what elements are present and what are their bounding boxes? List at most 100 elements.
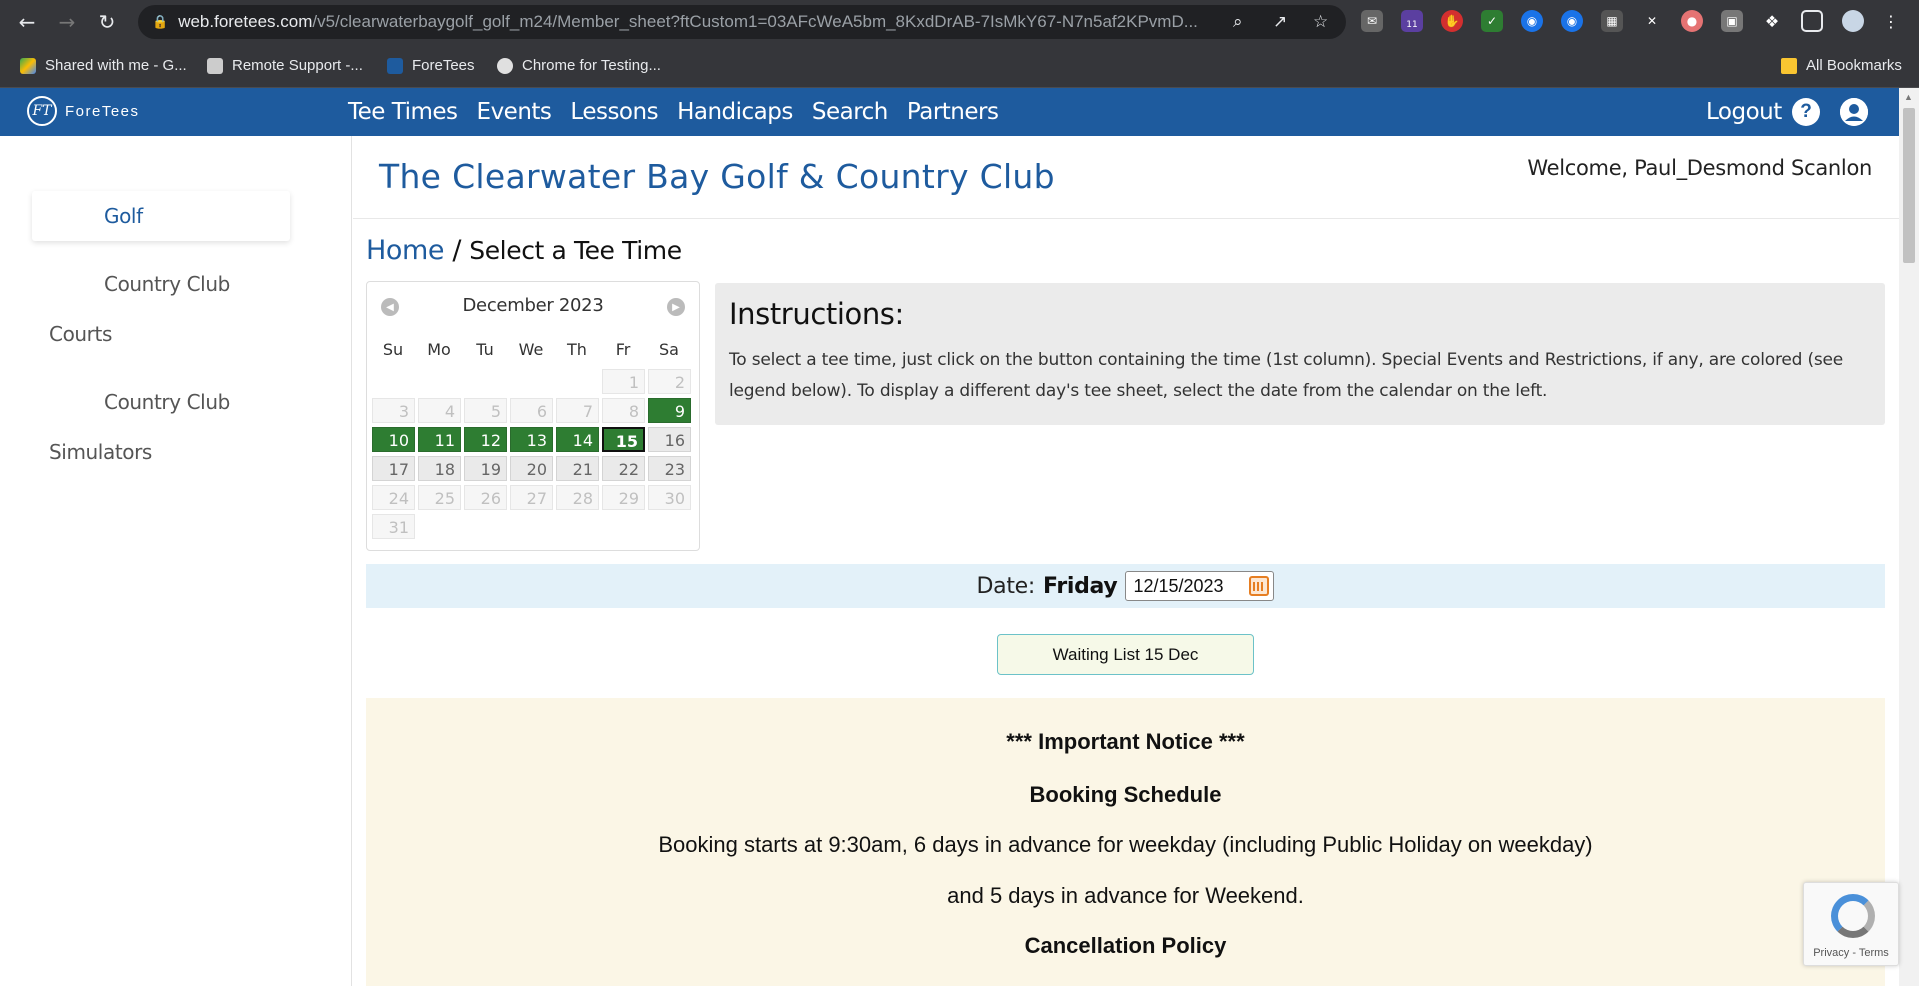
calendar-day[interactable]: 20	[510, 456, 553, 481]
folder-icon	[1781, 57, 1797, 74]
nav-search[interactable]: Search	[812, 99, 889, 125]
lock-icon: 🔒	[152, 14, 169, 30]
calendar-day: 7	[556, 398, 599, 423]
calendar-day: 29	[602, 485, 645, 510]
recaptcha-icon	[1831, 894, 1875, 938]
stop-extension-icon[interactable]: ✋	[1441, 10, 1463, 32]
sidebar: Golf Country Club Courts Country Club Si…	[0, 136, 352, 986]
nav-handicaps[interactable]: Handicaps	[677, 99, 793, 125]
page-scrollbar[interactable]: ▲	[1899, 88, 1919, 986]
calendar-day[interactable]: 12	[464, 427, 507, 452]
instructions-panel: Instructions: To select a tee time, just…	[715, 283, 1885, 425]
sidebar-active-highlight	[32, 191, 290, 241]
calendar-day[interactable]: 16	[648, 427, 691, 452]
logout-link[interactable]: Logout	[1706, 99, 1782, 125]
all-bookmarks[interactable]: All Bookmarks	[1781, 57, 1902, 74]
calendar-day: 30	[648, 485, 691, 510]
address-bar[interactable]: 🔒 web.foretees.com/v5/clearwaterbaygolf_…	[138, 5, 1346, 39]
calendar-icon[interactable]	[1249, 576, 1270, 596]
next-month-icon[interactable]: ▶	[667, 298, 685, 316]
main-nav: Tee Times Events Lessons Handicaps Searc…	[348, 99, 1017, 125]
calendar-day-selected[interactable]: 15	[602, 427, 645, 452]
calendar-day[interactable]: 14	[556, 427, 599, 452]
calendar-day: 24	[372, 485, 415, 510]
calendar-day: 28	[556, 485, 599, 510]
bookmark-chrome-testing[interactable]: Chrome for Testing...	[497, 57, 661, 74]
calendar-day: 26	[464, 485, 507, 510]
calendar-day[interactable]: 22	[602, 456, 645, 481]
sidebar-item-country-club-courts[interactable]: Country Club	[104, 272, 230, 296]
color-extension-icon[interactable]: ●	[1681, 10, 1703, 32]
puzzle-extensions-icon[interactable]: ❖	[1761, 10, 1783, 32]
calendar-day: 6	[510, 398, 553, 423]
zoom-icon[interactable]: ⌕	[1233, 12, 1243, 32]
calendar-day[interactable]: 9	[648, 398, 691, 423]
sidepanel-icon[interactable]	[1801, 10, 1823, 32]
calendar-month: December 2023	[462, 295, 604, 316]
important-notice: *** Important Notice *** Booking Schedul…	[366, 698, 1885, 986]
x-extension-icon[interactable]: ✕	[1641, 10, 1663, 32]
qr-extension-icon[interactable]: ▦	[1601, 10, 1623, 32]
share-icon[interactable]: ↗	[1273, 12, 1287, 32]
nav-partners[interactable]: Partners	[907, 99, 999, 125]
menu-kebab-icon[interactable]: ⋮	[1880, 10, 1902, 32]
scroll-up-icon[interactable]: ▲	[1904, 92, 1913, 102]
sidebar-item-simulators[interactable]: Simulators	[49, 440, 152, 464]
calendar-day: 3	[372, 398, 415, 423]
bookmark-remote-support[interactable]: Remote Support -...	[207, 57, 363, 74]
booking-schedule-heading: Booking Schedule	[1029, 782, 1222, 807]
instructions-title: Instructions:	[729, 297, 904, 331]
calendar-day[interactable]: 18	[418, 456, 461, 481]
calendar-day: 8	[602, 398, 645, 423]
scrollbar-thumb[interactable]	[1903, 108, 1915, 263]
date-input[interactable]: 12/15/2023	[1125, 571, 1275, 601]
weekday-header: Su	[382, 340, 404, 359]
booking-line-1: Booking starts at 9:30am, 6 days in adva…	[658, 832, 1593, 857]
breadcrumb-home[interactable]: Home	[366, 235, 445, 266]
instructions-body: To select a tee time, just click on the …	[729, 350, 1844, 401]
mail-extension-icon[interactable]: ✉	[1361, 10, 1383, 32]
eye-extension-icon[interactable]: ◉	[1521, 10, 1543, 32]
calendar-day[interactable]: 19	[464, 456, 507, 481]
calendar-day[interactable]: 23	[648, 456, 691, 481]
window-extension-icon[interactable]: ▣	[1721, 10, 1743, 32]
calendar-day[interactable]: 13	[510, 427, 553, 452]
bookmark-star-icon[interactable]: ☆	[1313, 12, 1328, 32]
reload-icon[interactable]: ↻	[94, 9, 120, 35]
extension-badge-icon[interactable]: 11	[1401, 10, 1423, 32]
date-bar: Date: Friday 12/15/2023	[366, 564, 1885, 608]
bookmark-drive[interactable]: Shared with me - G...	[20, 57, 187, 74]
profile-avatar[interactable]	[1842, 10, 1864, 32]
notice-title: *** Important Notice ***	[1006, 729, 1245, 754]
bookmark-foretees[interactable]: ForeTees	[387, 57, 475, 74]
breadcrumb-current: Select a Tee Time	[469, 236, 682, 265]
calendar-day[interactable]: 10	[372, 427, 415, 452]
remote-support-icon	[207, 57, 223, 74]
logo-mark: FT	[27, 96, 57, 126]
site-header: FT ForeTees Tee Times Events Lessons Han…	[0, 88, 1899, 136]
waiting-list-button[interactable]: Waiting List 15 Dec	[997, 634, 1254, 675]
cancellation-policy-heading: Cancellation Policy	[1024, 933, 1227, 958]
eye2-extension-icon[interactable]: ◉	[1561, 10, 1583, 32]
account-icon[interactable]	[1840, 98, 1868, 126]
nav-events[interactable]: Events	[477, 99, 552, 125]
help-icon[interactable]: ?	[1792, 98, 1820, 126]
calendar-day[interactable]: 17	[372, 456, 415, 481]
weekday-header: Tu	[476, 340, 494, 359]
sidebar-item-courts[interactable]: Courts	[49, 322, 112, 346]
foretees-logo[interactable]: FT ForeTees	[27, 96, 140, 126]
calendar-day[interactable]: 11	[418, 427, 461, 452]
shield-extension-icon[interactable]: ✓	[1481, 10, 1503, 32]
breadcrumb: Home / Select a Tee Time	[366, 235, 682, 266]
sidebar-item-country-club-simulators[interactable]: Country Club	[104, 390, 230, 414]
sidebar-item-golf[interactable]: Golf	[104, 204, 143, 228]
logo-text: ForeTees	[65, 102, 140, 120]
recaptcha-text[interactable]: Privacy - Terms	[1804, 947, 1898, 959]
calendar-day[interactable]: 21	[556, 456, 599, 481]
nav-lessons[interactable]: Lessons	[570, 99, 658, 125]
forward-icon[interactable]: →	[54, 9, 80, 35]
nav-tee-times[interactable]: Tee Times	[348, 99, 458, 125]
recaptcha-badge[interactable]: Privacy - Terms	[1803, 882, 1899, 966]
url-text: web.foretees.com/v5/clearwaterbaygolf_go…	[178, 12, 1198, 31]
back-icon[interactable]: ←	[14, 9, 40, 35]
